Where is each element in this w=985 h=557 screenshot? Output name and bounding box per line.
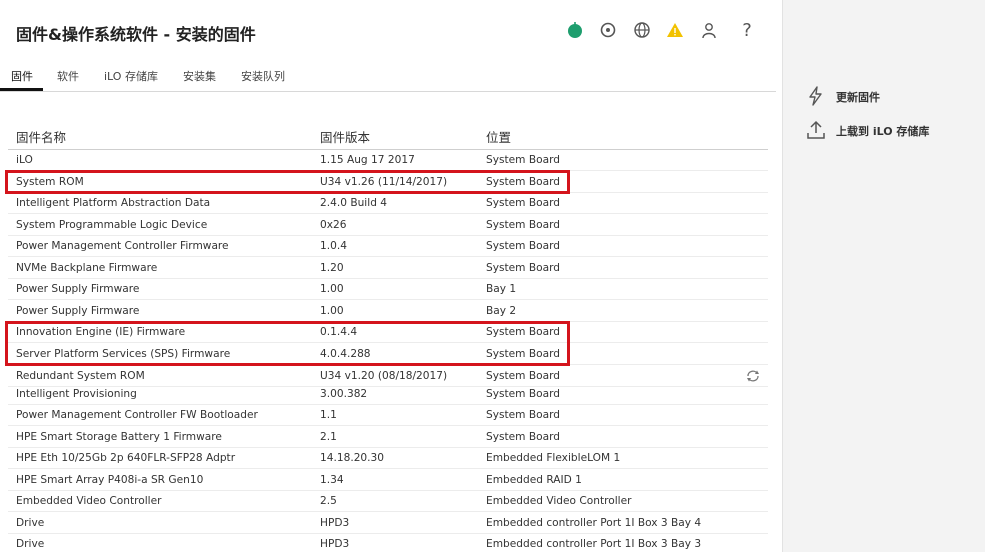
row-divider: [8, 256, 768, 257]
firmware-version: 0x26: [320, 219, 347, 231]
firmware-location: System Board: [486, 240, 561, 252]
tabs-divider: [0, 91, 776, 92]
column-header-name[interactable]: 固件名称: [16, 127, 66, 146]
row-divider: [8, 299, 768, 300]
main-panel: 固件&操作系统软件 - 安装的固件 ? 固件 软件 iLO 存储库 安装集 安装…: [0, 0, 782, 552]
firmware-location: System Board: [486, 388, 561, 400]
tab-software[interactable]: 软件: [57, 68, 79, 84]
firmware-location: System Board: [486, 370, 561, 382]
row-divider: [8, 235, 768, 236]
firmware-name: HPE Smart Storage Battery 1 Firmware: [16, 431, 222, 443]
firmware-location: Embedded RAID 1: [486, 474, 582, 486]
firmware-version: 3.00.382: [320, 388, 368, 400]
update-firmware-label: 更新固件: [836, 91, 880, 104]
highlight-box-ie-sps: [5, 321, 570, 366]
firmware-location: System Board: [486, 262, 561, 274]
firmware-name: Intelligent Provisioning: [16, 388, 137, 400]
firmware-version: U34 v1.20 (08/18/2017): [320, 370, 448, 382]
location-icon[interactable]: [599, 21, 617, 39]
page-title: 固件&操作系统软件 - 安装的固件: [16, 25, 256, 44]
firmware-version: HPD3: [320, 517, 350, 529]
firmware-name: iLO: [16, 154, 33, 166]
row-divider: [8, 468, 768, 469]
refresh-icon[interactable]: [745, 368, 761, 382]
firmware-version: 1.00: [320, 305, 344, 317]
actions-sidebar: [782, 0, 985, 552]
table-row[interactable]: Drive HPD3 Embedded controller Port 1I Box…: [0, 537, 782, 557]
column-header-location[interactable]: 位置: [486, 127, 511, 146]
firmware-location: System Board: [486, 219, 561, 231]
firmware-location: System Board: [486, 409, 561, 421]
firmware-name: Power Management Controller FW Bootloade…: [16, 409, 258, 421]
row-divider: [8, 533, 768, 534]
firmware-version: 2.4.0 Build 4: [320, 197, 388, 209]
firmware-name: Drive: [16, 517, 45, 529]
user-icon[interactable]: [700, 21, 718, 39]
row-divider: [8, 278, 768, 279]
row-divider: [8, 447, 768, 448]
firmware-name: HPE Smart Array P408i-a SR Gen10: [16, 474, 204, 486]
firmware-version: 1.20: [320, 262, 344, 274]
firmware-name: Embedded Video Controller: [16, 495, 162, 507]
firmware-name: Intelligent Platform Abstraction Data: [16, 197, 211, 209]
firmware-version: 1.0.4: [320, 240, 347, 252]
firmware-location: Embedded controller Port 1I Box 3 Bay 4: [486, 517, 702, 529]
firmware-name: Redundant System ROM: [16, 370, 145, 382]
row-divider: [8, 511, 768, 512]
row-divider: [8, 490, 768, 491]
firmware-location: System Board: [486, 154, 561, 166]
firmware-location: Bay 2: [486, 305, 517, 317]
tab-install-queue[interactable]: 安装队列: [241, 68, 285, 84]
firmware-name: Power Supply Firmware: [16, 305, 140, 317]
firmware-version: 14.18.20.30: [320, 452, 385, 464]
firmware-version: 1.1: [320, 409, 337, 421]
row-divider: [8, 404, 768, 405]
column-header-version[interactable]: 固件版本: [320, 127, 370, 146]
upload-icon: [806, 120, 826, 140]
row-divider: [8, 425, 768, 426]
firmware-location: System Board: [486, 431, 561, 443]
tab-firmware[interactable]: 固件: [11, 68, 33, 84]
tab-install-sets[interactable]: 安装集: [183, 68, 216, 84]
help-icon[interactable]: ?: [738, 20, 756, 41]
row-divider: [8, 213, 768, 214]
firmware-name: Power Supply Firmware: [16, 283, 140, 295]
firmware-name: System Programmable Logic Device: [16, 219, 208, 231]
firmware-location: Embedded controller Port 1I Box 3 Bay 3: [486, 538, 702, 550]
firmware-version: 2.1: [320, 431, 337, 443]
firmware-version: 1.15 Aug 17 2017: [320, 154, 415, 166]
firmware-location: Bay 1: [486, 283, 517, 295]
warning-icon[interactable]: [666, 21, 684, 39]
firmware-version: 1.00: [320, 283, 344, 295]
firmware-location: System Board: [486, 197, 561, 209]
tab-ilo-repository[interactable]: iLO 存储库: [104, 68, 158, 84]
lightning-icon: [806, 86, 826, 106]
firmware-name: Power Management Controller Firmware: [16, 240, 229, 252]
language-icon[interactable]: [633, 21, 651, 39]
firmware-version: HPD3: [320, 538, 350, 550]
firmware-name: NVMe Backplane Firmware: [16, 262, 158, 274]
firmware-location: Embedded FlexibleLOM 1: [486, 452, 621, 464]
firmware-name: HPE Eth 10/25Gb 2p 640FLR-SFP28 Adptr: [16, 452, 236, 464]
firmware-version: 2.5: [320, 495, 337, 507]
upload-to-ilo-repository-label: 上载到 iLO 存储库: [836, 125, 930, 138]
highlight-box-system-rom: [5, 170, 570, 194]
header-divider: [8, 149, 768, 150]
firmware-location: Embedded Video Controller: [486, 495, 632, 507]
firmware-version: 1.34: [320, 474, 344, 486]
health-ok-icon[interactable]: [566, 21, 584, 39]
firmware-name: Drive: [16, 538, 45, 550]
